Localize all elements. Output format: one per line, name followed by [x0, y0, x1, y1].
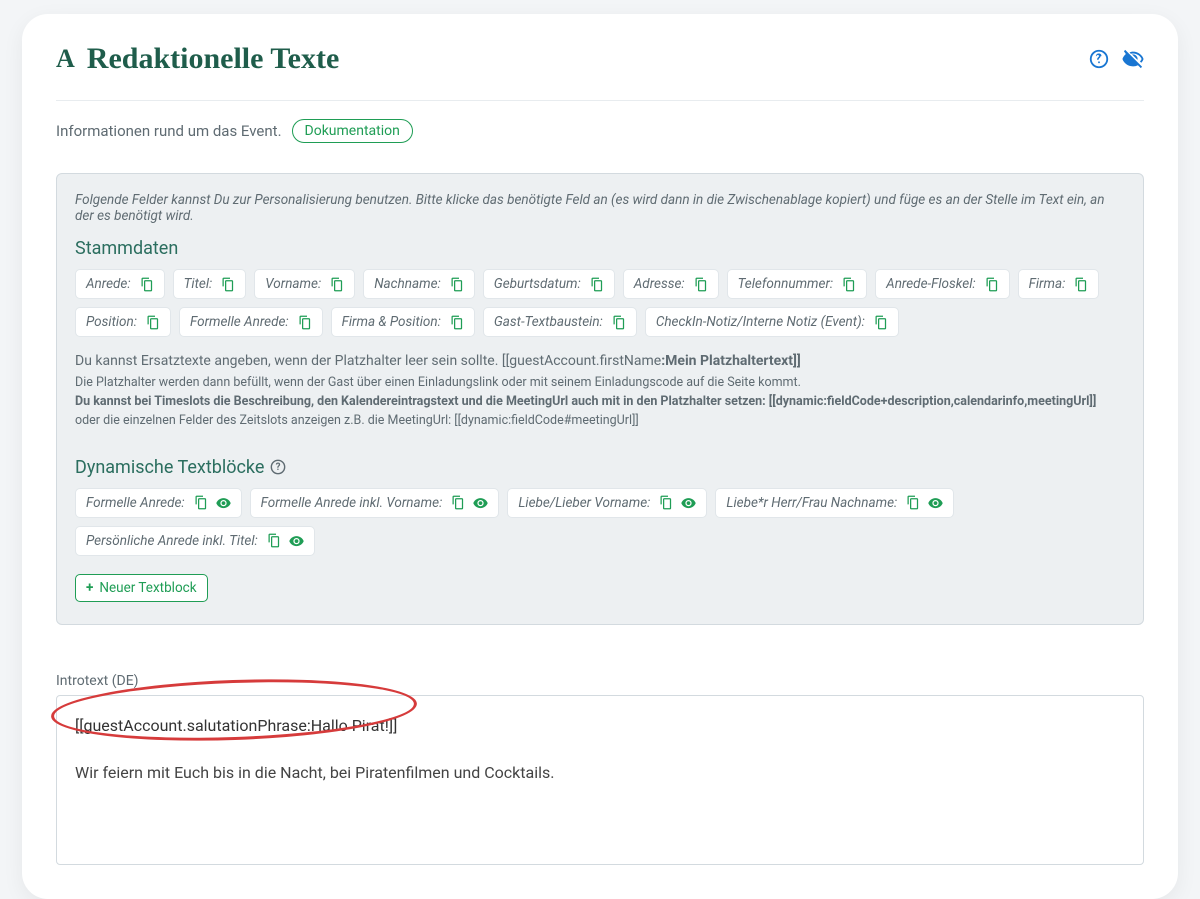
copy-icon[interactable]	[984, 277, 999, 292]
copy-icon[interactable]	[450, 495, 465, 510]
chip-label: Titel:	[184, 276, 213, 292]
chip-label: Liebe*r Herr/Frau Nachname:	[726, 495, 897, 511]
copy-icon[interactable]	[658, 495, 673, 510]
placeholder-chip[interactable]: Nachname:	[363, 269, 475, 299]
placeholder-chip[interactable]: Gast-Textbaustein:	[483, 307, 637, 337]
new-textblock-label: Neuer Textblock	[99, 580, 196, 596]
copy-icon[interactable]	[611, 315, 626, 330]
plus-icon: +	[86, 580, 93, 596]
placeholder-chip[interactable]: Anrede-Floskel:	[875, 269, 1009, 299]
placeholder-chip[interactable]: Telefonnummer:	[727, 269, 868, 299]
editor-line-placeholder: [[guestAccount.salutationPhrase:Hallo Pi…	[75, 716, 1125, 735]
placeholder-chip[interactable]: Formelle Anrede:	[179, 307, 323, 337]
placeholder-chip[interactable]: Adresse:	[623, 269, 719, 299]
copy-icon[interactable]	[449, 315, 464, 330]
intro-text: Informationen rund um das Event.	[56, 122, 282, 140]
help-icon[interactable]: ?	[270, 459, 286, 475]
chip-label: Formelle Anrede inkl. Vorname:	[261, 495, 443, 511]
chip-label: Formelle Anrede:	[190, 314, 289, 330]
copy-icon[interactable]	[873, 315, 888, 330]
placeholder-chip[interactable]: CheckIn-Notiz/Interne Notiz (Event):	[645, 307, 899, 337]
copy-icon[interactable]	[297, 315, 312, 330]
placeholder-explanation: Du kannst Ersatztexte angeben, wenn der …	[75, 351, 1125, 431]
chip-label: Telefonnummer:	[738, 276, 834, 292]
visibility-off-icon[interactable]	[1122, 48, 1144, 70]
help-icon[interactable]	[1088, 48, 1110, 70]
font-icon: A	[56, 46, 75, 72]
placeholder-chip[interactable]: Position:	[75, 307, 171, 337]
introtext-label: Introtext (DE)	[56, 673, 1144, 689]
placeholder-chip[interactable]: Liebe*r Herr/Frau Nachname:	[715, 488, 954, 518]
stammdaten-heading: Stammdaten	[75, 238, 1125, 259]
editor-line-body: Wir feiern mit Euch bis in die Nacht, be…	[75, 763, 1125, 782]
introtext-editor[interactable]: [[guestAccount.salutationPhrase:Hallo Pi…	[56, 695, 1144, 865]
chip-label: Anrede-Floskel:	[886, 276, 975, 292]
svg-text:?: ?	[276, 462, 281, 473]
placeholder-chip[interactable]: Firma & Position:	[331, 307, 475, 337]
chip-label: CheckIn-Notiz/Interne Notiz (Event):	[656, 314, 865, 330]
preview-icon[interactable]	[681, 495, 696, 510]
panel-lead-text: Folgende Felder kannst Du zur Personalis…	[75, 192, 1125, 224]
placeholder-chip[interactable]: Firma:	[1018, 269, 1100, 299]
copy-icon[interactable]	[841, 277, 856, 292]
chip-label: Liebe/Lieber Vorname:	[518, 495, 650, 511]
copy-icon[interactable]	[905, 495, 920, 510]
placeholder-chip[interactable]: Geburtsdatum:	[483, 269, 615, 299]
chip-label: Gast-Textbaustein:	[494, 314, 603, 330]
chip-label: Nachname:	[374, 276, 441, 292]
copy-icon[interactable]	[589, 277, 604, 292]
copy-icon[interactable]	[329, 277, 344, 292]
preview-icon[interactable]	[928, 495, 943, 510]
copy-icon[interactable]	[139, 277, 154, 292]
placeholder-chip[interactable]: Anrede:	[75, 269, 165, 299]
copy-icon[interactable]	[193, 495, 208, 510]
page-header: A Redaktionelle Texte	[56, 42, 1144, 76]
placeholder-chip[interactable]: Liebe/Lieber Vorname:	[507, 488, 707, 518]
placeholder-chip[interactable]: Persönliche Anrede inkl. Titel:	[75, 526, 315, 556]
copy-icon[interactable]	[220, 277, 235, 292]
dynamic-blocks-heading: Dynamische Textblöcke ?	[75, 457, 1125, 478]
copy-icon[interactable]	[266, 533, 281, 548]
preview-icon[interactable]	[289, 533, 304, 548]
preview-icon[interactable]	[216, 495, 231, 510]
copy-icon[interactable]	[145, 315, 160, 330]
introtext-field: Introtext (DE) [[guestAccount.salutation…	[56, 673, 1144, 865]
preview-icon[interactable]	[473, 495, 488, 510]
stammdaten-chip-row: Anrede: Titel: Vorname: Nachname: Geburtsdat…	[75, 269, 1125, 337]
placeholder-chip[interactable]: Formelle Anrede inkl. Vorname:	[250, 488, 500, 518]
chip-label: Geburtsdatum:	[494, 276, 581, 292]
copy-icon[interactable]	[693, 277, 708, 292]
new-textblock-button[interactable]: + Neuer Textblock	[75, 574, 208, 602]
dynamic-chip-row: Formelle Anrede: Formelle Anrede inkl. Vo…	[75, 488, 1125, 556]
chip-label: Firma & Position:	[342, 314, 441, 330]
documentation-link[interactable]: Dokumentation	[292, 119, 413, 143]
chip-label: Adresse:	[634, 276, 685, 292]
copy-icon[interactable]	[1073, 277, 1088, 292]
copy-icon[interactable]	[449, 277, 464, 292]
page-title: Redaktionelle Texte	[87, 42, 340, 76]
personalization-panel: Folgende Felder kannst Du zur Personalis…	[56, 173, 1144, 625]
placeholder-chip[interactable]: Formelle Anrede:	[75, 488, 242, 518]
chip-label: Anrede:	[86, 276, 131, 292]
chip-label: Persönliche Anrede inkl. Titel:	[86, 533, 258, 549]
placeholder-chip[interactable]: Vorname:	[254, 269, 355, 299]
chip-label: Formelle Anrede:	[86, 495, 185, 511]
placeholder-chip[interactable]: Titel:	[173, 269, 247, 299]
chip-label: Firma:	[1029, 276, 1066, 292]
chip-label: Vorname:	[265, 276, 321, 292]
chip-label: Position:	[86, 314, 137, 330]
divider	[56, 100, 1144, 101]
